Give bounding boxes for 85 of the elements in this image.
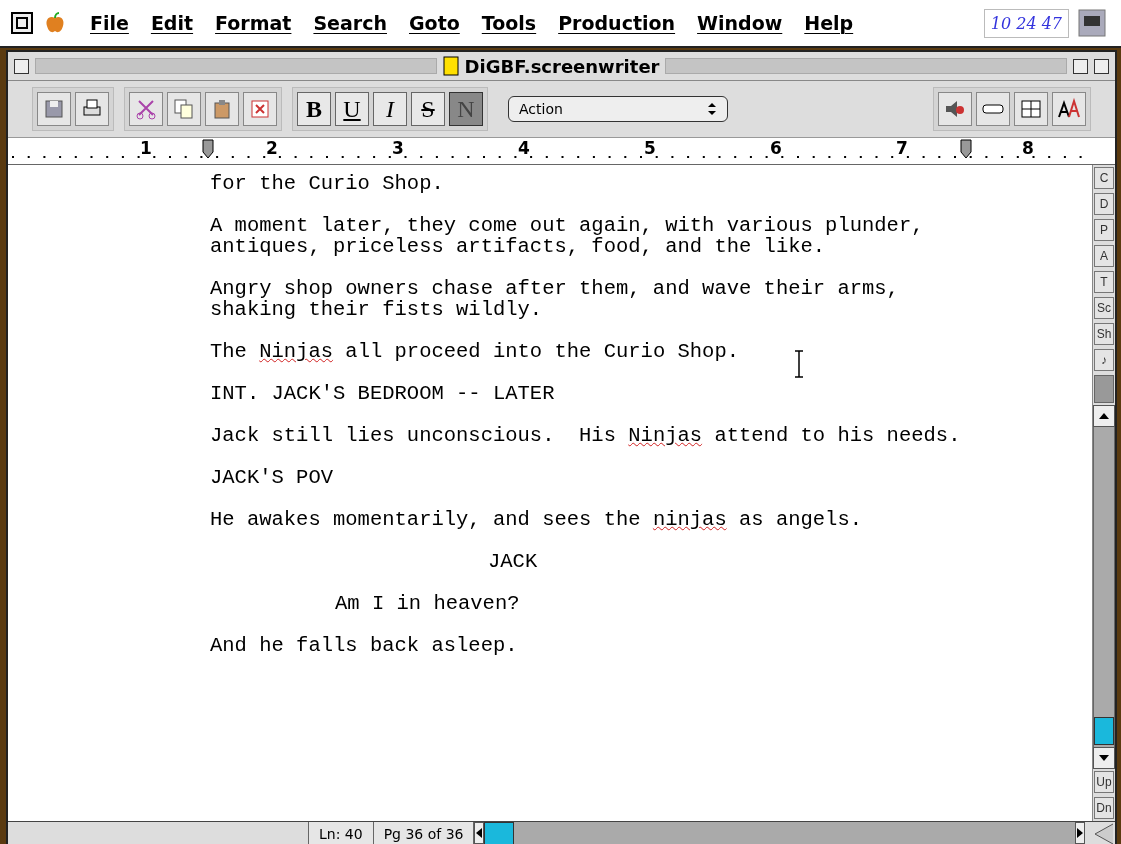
- page-count: Pg 36 of 36: [372, 822, 474, 844]
- font-size-button[interactable]: [1052, 92, 1086, 126]
- scene-heading-text: INT. JACK'S BEDROOM -- LATER: [210, 383, 556, 404]
- menu-item[interactable]: Help: [804, 12, 854, 34]
- action-text: Jack still lies unconscious. His Ninjas attend to his needs.: [210, 425, 962, 446]
- document-icon: [442, 56, 459, 76]
- down-arrow-icon: [1098, 754, 1110, 762]
- text-style-button[interactable]: U: [335, 92, 369, 126]
- text-cursor-icon: [793, 350, 805, 378]
- ruler-number: 6: [770, 138, 782, 158]
- menu-item[interactable]: Window: [697, 12, 783, 34]
- save-icon: [42, 97, 66, 121]
- character-text: JACK: [488, 551, 539, 572]
- action-text: Angry shop owners chase after them, and wave their arms, shaking their fists wildly.: [210, 278, 900, 320]
- page-scroll-button[interactable]: Dn: [1094, 797, 1114, 819]
- ruler-number: 2: [266, 138, 278, 158]
- computer-icon[interactable]: [1077, 8, 1107, 38]
- scroll-left-button[interactable]: [474, 822, 485, 844]
- horizontal-scrollbar[interactable]: [484, 822, 1075, 844]
- menu-item[interactable]: Format: [215, 12, 292, 34]
- menu-item[interactable]: File: [90, 12, 129, 34]
- scroll-down-button[interactable]: [1093, 747, 1115, 769]
- copy-icon: [172, 97, 196, 121]
- up-arrow-icon: [1098, 412, 1110, 420]
- ruler-number: 4: [518, 138, 530, 158]
- clock: 10 24 47: [983, 8, 1069, 38]
- table-button[interactable]: [1014, 92, 1048, 126]
- close-box[interactable]: [14, 58, 29, 74]
- element-type-dropdown[interactable]: Action: [508, 96, 728, 122]
- dialogue-text: Am I in heaven?: [335, 593, 521, 614]
- cut-icon: [134, 97, 158, 121]
- element-shortcut-button[interactable]: Sh: [1094, 323, 1114, 345]
- right-margin-marker-icon[interactable]: [960, 138, 972, 160]
- scroll-up-button[interactable]: [1093, 405, 1115, 427]
- scroll-thumb[interactable]: [484, 822, 515, 844]
- element-shortcut-button[interactable]: D: [1094, 193, 1114, 215]
- delete-button[interactable]: [243, 92, 277, 126]
- menu-item[interactable]: Goto: [409, 12, 460, 34]
- field-button[interactable]: [976, 92, 1010, 126]
- element-shortcut-button[interactable]: T: [1094, 271, 1114, 293]
- zoom-box[interactable]: [1073, 58, 1088, 74]
- menu-item[interactable]: Production: [558, 12, 676, 34]
- collapse-box[interactable]: [1094, 58, 1109, 74]
- left-margin-marker-icon[interactable]: [202, 138, 214, 160]
- ruler-number: 3: [392, 138, 404, 158]
- text-style-button[interactable]: I: [373, 92, 407, 126]
- scroll-thumb[interactable]: [1094, 717, 1114, 745]
- element-shortcut-button[interactable]: Sc: [1094, 297, 1114, 319]
- save-button[interactable]: [37, 92, 71, 126]
- copy-button[interactable]: [167, 92, 201, 126]
- app-menu-icon[interactable]: [10, 11, 36, 35]
- delete-icon: [248, 97, 272, 121]
- menu-item[interactable]: Tools: [481, 12, 537, 34]
- up-down-arrows-icon: [707, 102, 717, 116]
- element-shortcut-button[interactable]: P: [1094, 219, 1114, 241]
- speaker-button[interactable]: [938, 92, 972, 126]
- scroll-right-button[interactable]: [1075, 822, 1085, 844]
- page-scroll-button[interactable]: Up: [1094, 771, 1114, 793]
- element-shortcut-button[interactable]: A: [1094, 245, 1114, 267]
- shot-text: JACK'S POV: [210, 467, 335, 488]
- window-title: DiGBF.screenwriter: [464, 55, 660, 77]
- action-text: for the Curio Shop.: [210, 173, 445, 194]
- ruler-number: 8: [1022, 138, 1034, 158]
- vertical-scrollbar[interactable]: [1093, 427, 1115, 747]
- text-style-button[interactable]: S: [411, 92, 445, 126]
- menu-item[interactable]: Search: [313, 12, 387, 34]
- line-number: Ln: 40: [308, 822, 373, 844]
- ruler-number: 1: [140, 138, 152, 158]
- apple-logo-icon[interactable]: [44, 12, 66, 34]
- element-shortcut-button[interactable]: ♪: [1094, 349, 1114, 371]
- cut-button[interactable]: [129, 92, 163, 126]
- menu-item[interactable]: Edit: [150, 12, 194, 34]
- paste-button[interactable]: [205, 92, 239, 126]
- table-icon: [1019, 97, 1043, 121]
- print-button[interactable]: [75, 92, 109, 126]
- right-arrow-icon: [1076, 827, 1084, 839]
- action-text: The Ninjas all proceed into the Curio Shop.: [210, 341, 740, 362]
- ruler-number: 7: [896, 138, 908, 158]
- action-text: And he falls back asleep.: [210, 635, 519, 656]
- text-style-button[interactable]: B: [297, 92, 331, 126]
- left-arrow-icon: [475, 827, 484, 839]
- element-shortcut-button[interactable]: C: [1094, 167, 1114, 189]
- ruler-number: 5: [644, 138, 656, 158]
- action-text: A moment later, they come out again, with various plunder, antiques, priceless artifacts, food, and the like.: [210, 215, 925, 257]
- action-text: He awakes momentarily, and sees the ninjas as angels.: [210, 509, 863, 530]
